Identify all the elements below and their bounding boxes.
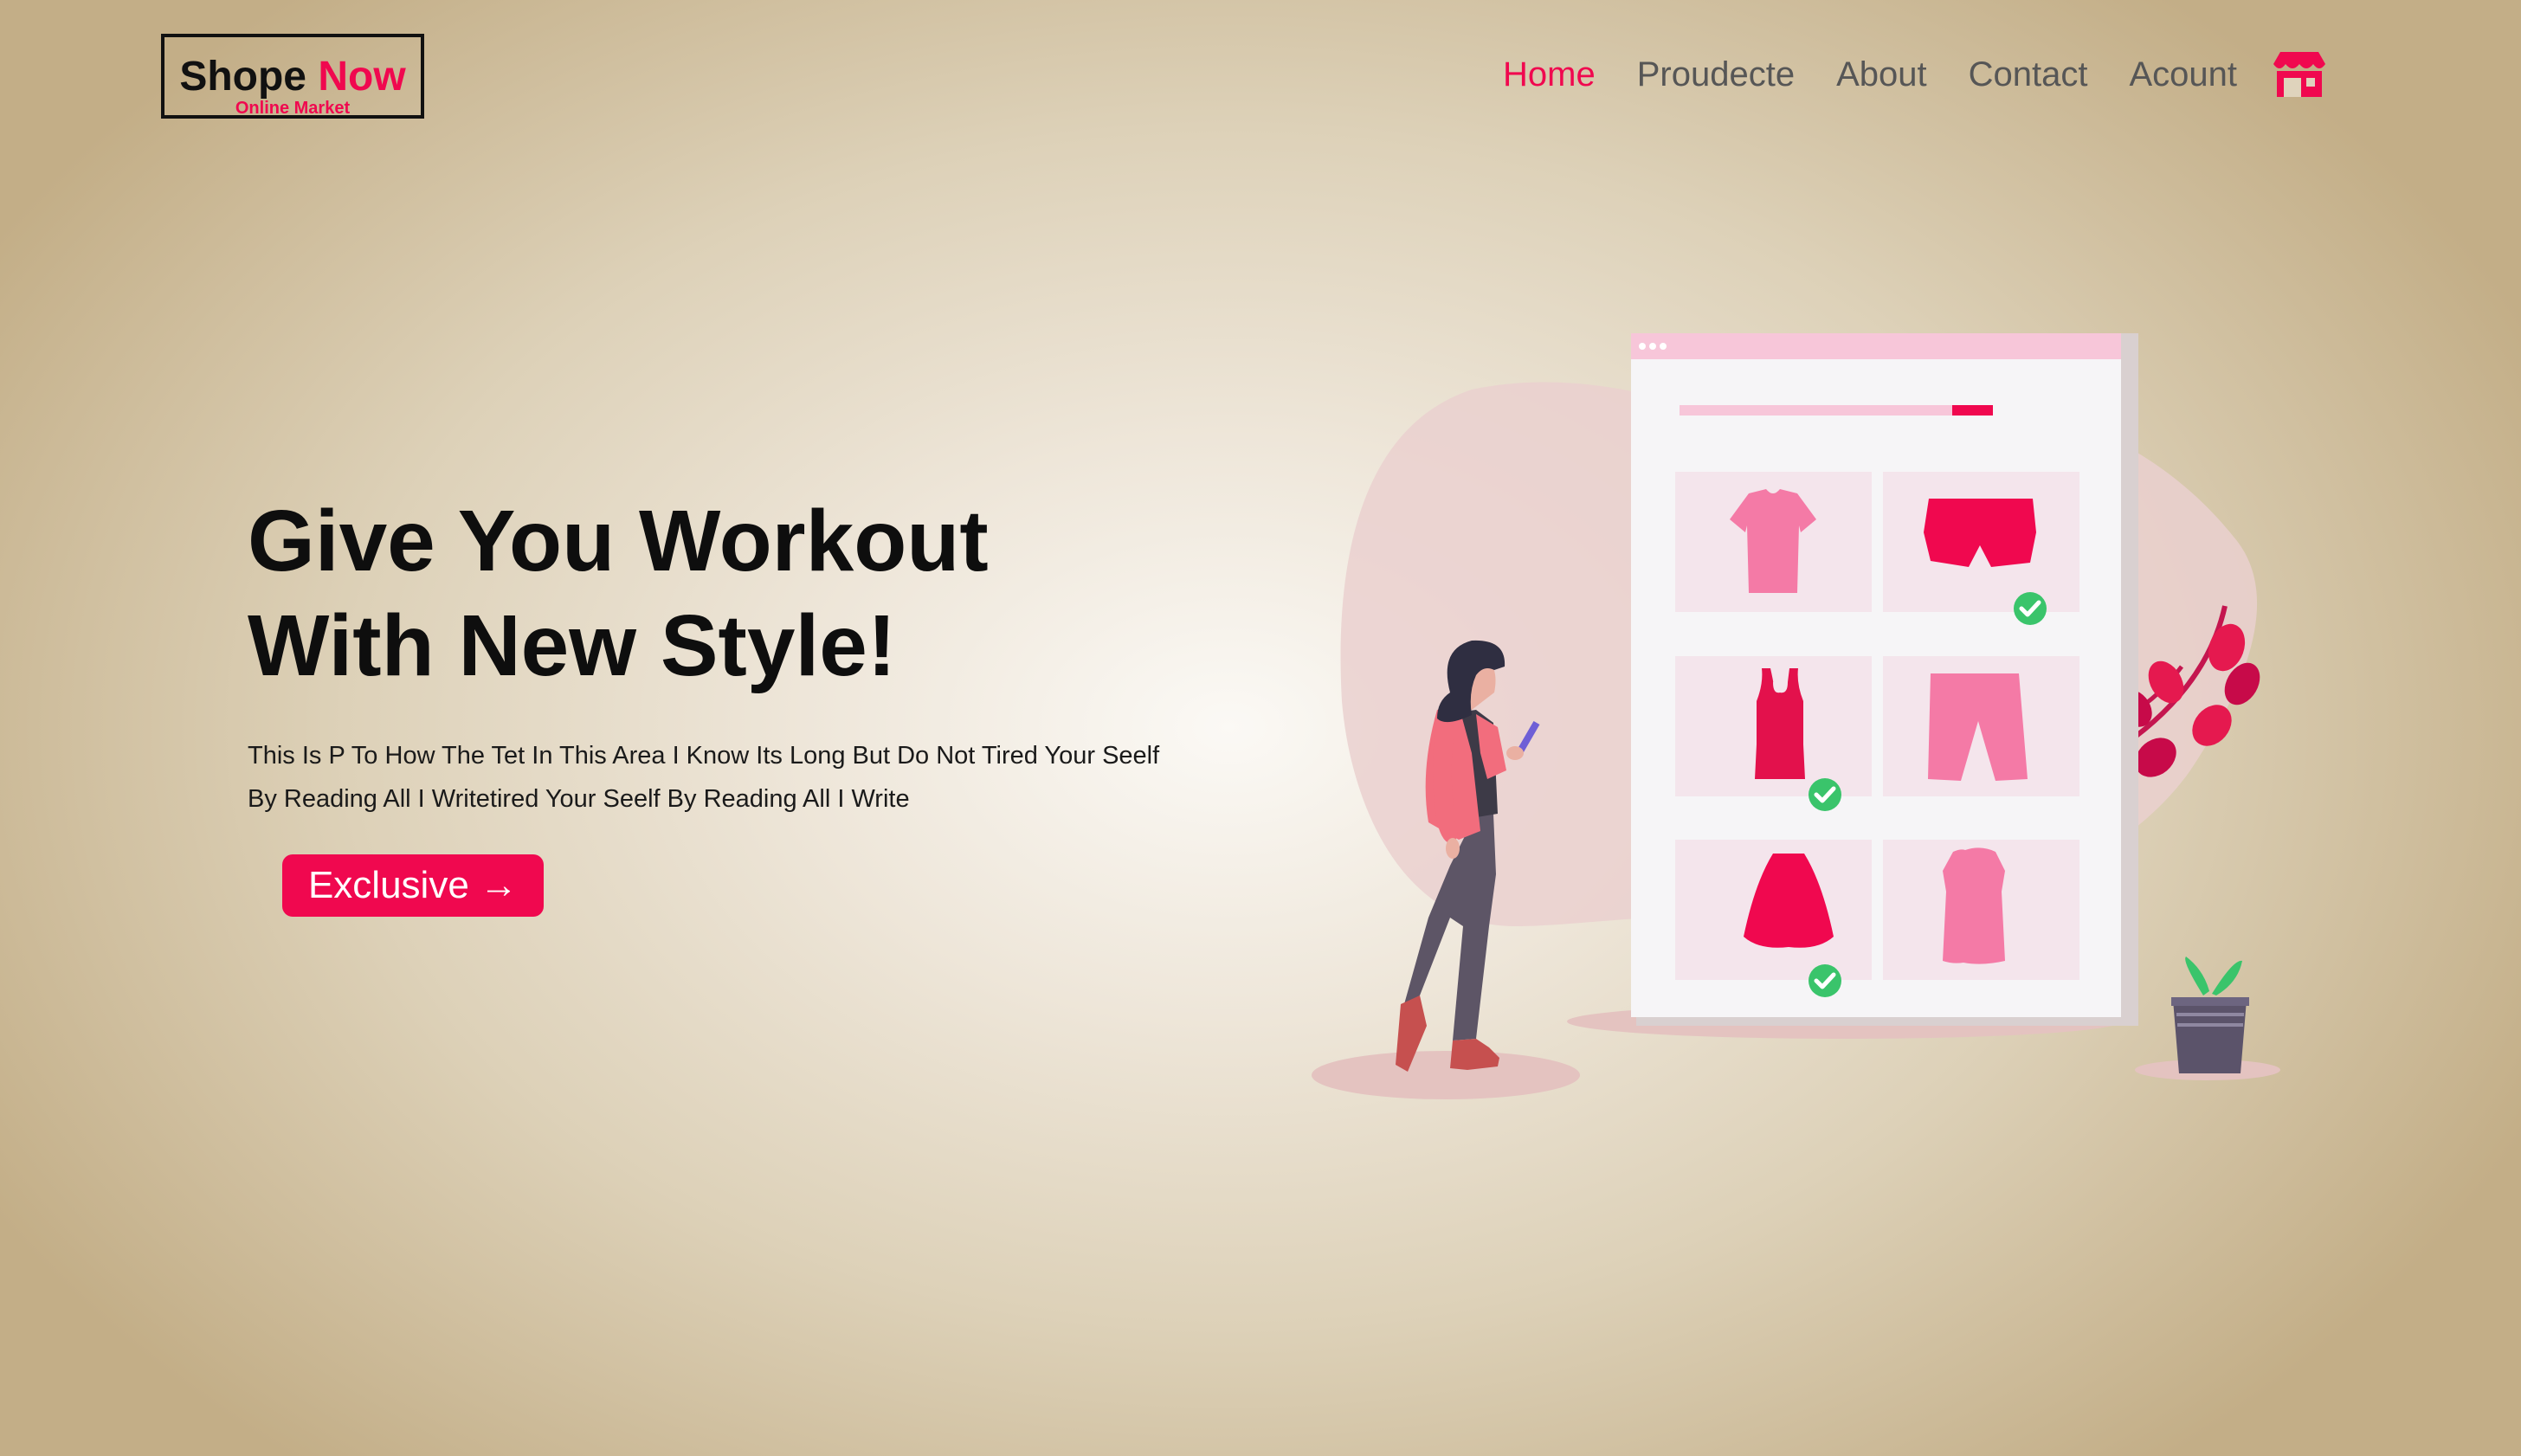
progress-track [1680,405,1993,416]
nav-link-home[interactable]: Home [1503,53,1596,96]
check-icon [2014,592,2047,625]
nav-link-account[interactable]: Acount [2129,53,2237,96]
hero-description: This Is P To How The Tet In This Area I … [248,742,1160,813]
nav-link-contact[interactable]: Contact [1969,53,2088,96]
hero-title: Give You Workout With New Style! [248,489,1286,699]
vest-icon [1943,847,2005,964]
main-nav: Home Proudecte About Contact Acount [1461,50,2327,99]
brand-tagline: Online Market [235,99,351,118]
browser-titlebar [1631,333,2121,359]
progress-fill [1952,405,1993,416]
brand-name-primary: Shope [179,54,306,100]
online-shopping-illustration [1312,333,2280,1099]
nav-link-about[interactable]: About [1836,53,1927,96]
check-icon [1809,964,1841,997]
hero-title-line-1: Give You Workout [248,493,989,589]
hero-title-line-2: With New Style! [248,597,897,694]
exclusive-button[interactable]: Exclusive → [282,854,544,917]
nav-link-products[interactable]: Proudecte [1637,53,1795,96]
brand-logo[interactable]: Shope Now Online Market [161,34,424,119]
check-icon [1809,778,1841,811]
store-icon[interactable] [2272,50,2327,99]
brand-name-accent: Now [318,54,406,100]
potted-plant-icon [2171,957,2249,1073]
brand-name: Shope Now [164,37,421,98]
